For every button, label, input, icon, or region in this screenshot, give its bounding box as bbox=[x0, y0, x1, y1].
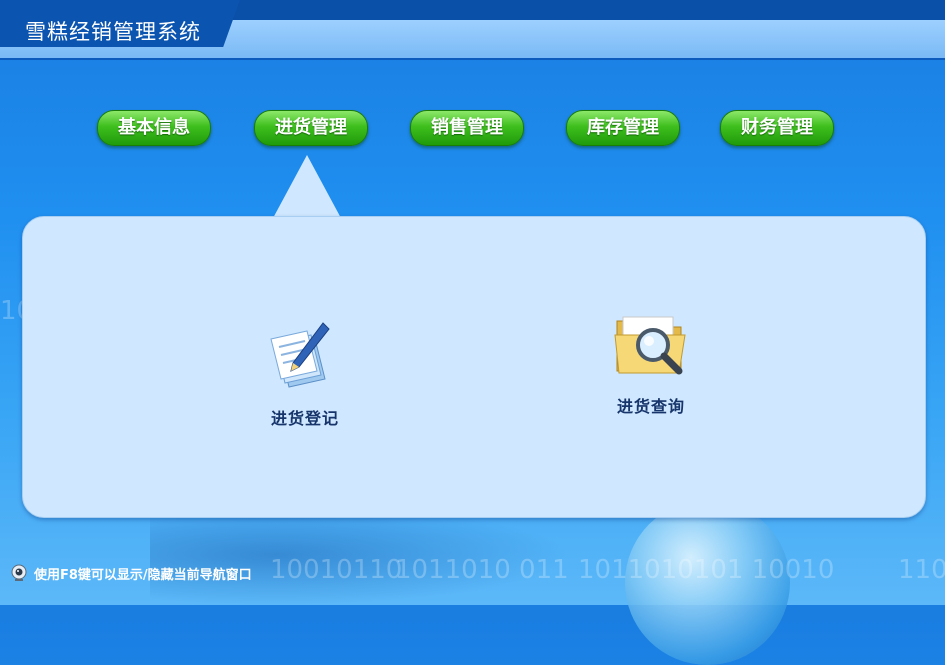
title-bar: 雪糕经销管理系统 bbox=[0, 0, 945, 60]
nav-basic-info-button[interactable]: 基本信息 bbox=[97, 110, 211, 146]
purchase-query-tile[interactable]: 进货查询 bbox=[591, 305, 711, 416]
nav-sales-button[interactable]: 销售管理 bbox=[410, 110, 524, 146]
status-hint-text: 使用F8键可以显示/隐藏当前导航窗口 bbox=[34, 567, 252, 583]
binary-decoration: 1011010 011 bbox=[395, 555, 569, 585]
nav-finance-button[interactable]: 财务管理 bbox=[720, 110, 834, 146]
notes-pen-icon bbox=[270, 322, 330, 388]
webcam-icon bbox=[11, 564, 27, 581]
purchase-register-label: 进货登记 bbox=[270, 409, 339, 428]
binary-decoration: 1011010101 10010 bbox=[578, 555, 835, 585]
binary-decoration: 10010110 bbox=[270, 555, 403, 585]
folder-search-icon bbox=[614, 316, 686, 375]
purchase-register-tile[interactable]: 进货登记 bbox=[245, 317, 365, 428]
binary-decoration: 110 bbox=[898, 555, 945, 585]
status-bar: 使用F8键可以显示/隐藏当前导航窗口 bbox=[10, 562, 252, 584]
nav-purchase-button[interactable]: 进货管理 bbox=[254, 110, 368, 146]
panel-pointer bbox=[272, 155, 342, 220]
title-bar-underline bbox=[0, 58, 945, 60]
main-nav: 基本信息 进货管理 销售管理 库存管理 财务管理 bbox=[0, 110, 945, 146]
app-title: 雪糕经销管理系统 bbox=[25, 20, 201, 44]
purchase-query-label: 进货查询 bbox=[616, 397, 685, 416]
submenu-panel: 进货登记 进货查询 bbox=[22, 216, 926, 518]
nav-inventory-button[interactable]: 库存管理 bbox=[566, 110, 680, 146]
